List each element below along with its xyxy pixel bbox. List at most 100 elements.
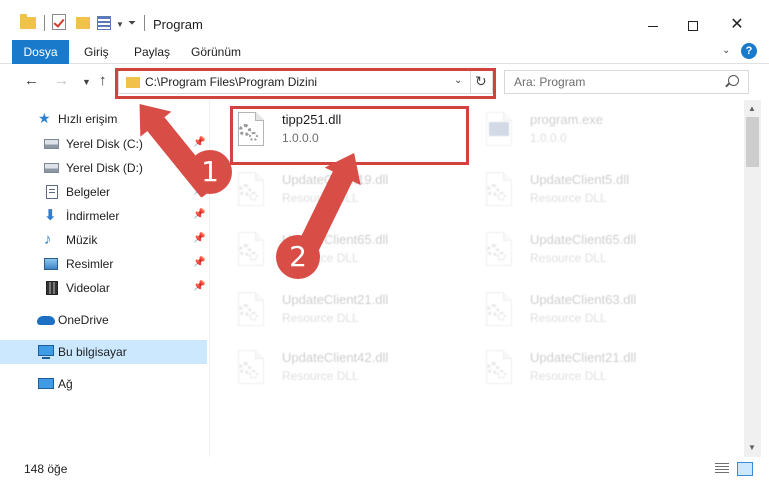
dll-file-icon bbox=[234, 292, 268, 332]
sidebar-item-label: OneDrive bbox=[58, 313, 109, 327]
file-type: Resource DLL bbox=[530, 369, 607, 383]
properties-icon[interactable] bbox=[97, 16, 111, 30]
file-type: Resource DLL bbox=[530, 191, 607, 205]
dll-file-icon bbox=[482, 350, 516, 390]
dll-file-icon bbox=[234, 172, 268, 212]
tab-share[interactable]: Paylaş bbox=[134, 40, 170, 64]
file-name: UpdateClient65.dll bbox=[530, 232, 637, 247]
pin-icon[interactable]: 📌 bbox=[193, 137, 205, 148]
maximize-icon bbox=[688, 21, 698, 32]
status-bar: 148 öğe bbox=[0, 457, 769, 493]
file-type: Resource DLL bbox=[530, 311, 607, 325]
tab-file[interactable]: Dosya bbox=[12, 40, 69, 64]
chevron-down-icon[interactable]: ▼ bbox=[116, 20, 124, 29]
dll-file-icon bbox=[234, 232, 268, 272]
item-count: 148 öğe bbox=[24, 462, 68, 476]
details-view-icon[interactable] bbox=[715, 463, 729, 475]
search-icon[interactable] bbox=[728, 75, 739, 86]
file-name: UpdateClient5.dll bbox=[530, 172, 630, 187]
scroll-up-icon[interactable]: ▲ bbox=[748, 104, 756, 113]
close-button[interactable]: ✕ bbox=[714, 10, 760, 40]
address-highlight-box bbox=[115, 68, 496, 99]
forward-arrow-icon[interactable]: → bbox=[54, 72, 69, 89]
sidebar-item-label: Müzik bbox=[66, 233, 98, 247]
tab-home[interactable]: Giriş bbox=[84, 40, 109, 64]
sidebar-item-label: Hızlı erişim bbox=[58, 112, 118, 126]
dll-file-icon bbox=[482, 232, 516, 272]
new-folder-icon[interactable] bbox=[76, 17, 90, 29]
sidebar-item-label: Resimler bbox=[66, 257, 114, 271]
sidebar-item-pictures[interactable]: Resimler 📌 bbox=[0, 252, 207, 276]
dll-file-icon bbox=[482, 172, 516, 212]
step-badge-1: 1 bbox=[188, 150, 232, 194]
folder-icon bbox=[20, 14, 36, 29]
file-item[interactable]: UpdateClient5.dll Resource DLL bbox=[458, 162, 698, 216]
search-input[interactable]: Ara: Program bbox=[514, 75, 585, 89]
window-title: Program bbox=[153, 17, 203, 32]
ribbon-tabs: Dosya Giriş Paylaş Görünüm ⌄ ? bbox=[0, 40, 769, 64]
sidebar-item-downloads[interactable]: ⬇ İndirmeler 📌 bbox=[0, 204, 207, 228]
sidebar-item-documents[interactable]: Belgeler 📌 bbox=[0, 180, 207, 204]
file-item[interactable]: UpdateClient21.dll Resource DLL bbox=[210, 282, 450, 336]
sidebar-item-network[interactable]: Ağ bbox=[0, 372, 207, 396]
music-icon: ♪ bbox=[44, 231, 52, 248]
drive-icon bbox=[44, 163, 59, 173]
minimize-icon bbox=[648, 25, 658, 27]
search-box[interactable]: Ara: Program bbox=[504, 70, 749, 94]
sidebar-item-label: Yerel Disk (D:) bbox=[66, 161, 143, 175]
sidebar-item-onedrive[interactable]: OneDrive bbox=[0, 308, 207, 332]
file-item[interactable]: UpdateClient21.dll Resource DLL bbox=[458, 340, 698, 394]
sidebar-item-label: İndirmeler bbox=[66, 209, 120, 223]
exe-file-icon bbox=[482, 112, 516, 152]
file-item[interactable]: UpdateClient42.dll Resource DLL bbox=[210, 340, 450, 394]
pin-icon[interactable]: 📌 bbox=[193, 281, 205, 292]
maximize-button[interactable] bbox=[670, 10, 716, 40]
close-icon: ✕ bbox=[730, 16, 744, 33]
sidebar-item-label: Videolar bbox=[66, 281, 110, 295]
file-item[interactable]: UpdateClient65.dll Resource DLL bbox=[210, 222, 450, 276]
up-arrow-icon[interactable]: ↑ bbox=[99, 72, 107, 89]
download-icon: ⬇ bbox=[44, 207, 57, 224]
file-name: UpdateClient21.dll bbox=[282, 292, 389, 307]
sidebar-item-videos[interactable]: Videolar 📌 bbox=[0, 276, 207, 300]
file-version: 1.0.0.0 bbox=[530, 131, 567, 145]
videos-icon bbox=[46, 281, 58, 295]
computer-icon bbox=[38, 345, 54, 359]
sidebar-item-label: Bu bilgisayar bbox=[58, 345, 127, 359]
step-badge-2: 2 bbox=[276, 235, 320, 279]
vertical-scrollbar[interactable]: ▲ ▼ bbox=[744, 100, 761, 457]
recent-locations-icon[interactable]: ▼ bbox=[82, 77, 91, 87]
sidebar-item-quick-access[interactable]: ★ Hızlı erişim bbox=[0, 107, 207, 131]
file-item[interactable]: UpdateClient63.dll Resource DLL bbox=[458, 282, 698, 336]
drive-icon bbox=[44, 139, 59, 149]
file-item[interactable]: program.exe 1.0.0.0 bbox=[458, 102, 698, 156]
sidebar-item-this-pc[interactable]: Bu bilgisayar bbox=[0, 340, 207, 364]
file-name: UpdateClient63.dll bbox=[530, 292, 637, 307]
customize-quick-access-icon[interactable]: ⏷ bbox=[128, 18, 136, 29]
properties-check-icon[interactable] bbox=[52, 14, 66, 30]
file-type: Resource DLL bbox=[282, 369, 359, 383]
dll-file-icon bbox=[482, 292, 516, 332]
expand-ribbon-icon[interactable]: ⌄ bbox=[722, 45, 730, 56]
scrollbar-thumb[interactable] bbox=[746, 117, 759, 167]
back-arrow-icon[interactable]: ← bbox=[24, 72, 39, 89]
sidebar-item-label: Belgeler bbox=[66, 185, 111, 199]
help-icon[interactable]: ? bbox=[741, 43, 757, 59]
pictures-icon bbox=[44, 258, 58, 270]
file-item[interactable]: UpdateClient65.dll Resource DLL bbox=[458, 222, 698, 276]
sidebar-item-label: Yerel Disk (C:) bbox=[66, 137, 143, 151]
pin-icon[interactable]: 📌 bbox=[193, 257, 205, 268]
title-bar: ▼ ⏷ Program ✕ bbox=[0, 0, 769, 40]
pin-icon[interactable]: 📌 bbox=[193, 209, 205, 220]
divider bbox=[44, 15, 45, 31]
sidebar-item-music[interactable]: ♪ Müzik 📌 bbox=[0, 228, 207, 252]
tab-view[interactable]: Görünüm bbox=[191, 40, 241, 64]
documents-icon bbox=[46, 185, 58, 199]
tiles-view-icon[interactable] bbox=[737, 462, 753, 476]
file-type: Resource DLL bbox=[282, 311, 359, 325]
network-icon bbox=[38, 378, 54, 389]
scroll-down-icon[interactable]: ▼ bbox=[748, 443, 756, 452]
pin-icon[interactable]: 📌 bbox=[193, 233, 205, 244]
file-type: Resource DLL bbox=[530, 251, 607, 265]
file-name: UpdateClient42.dll bbox=[282, 350, 389, 365]
